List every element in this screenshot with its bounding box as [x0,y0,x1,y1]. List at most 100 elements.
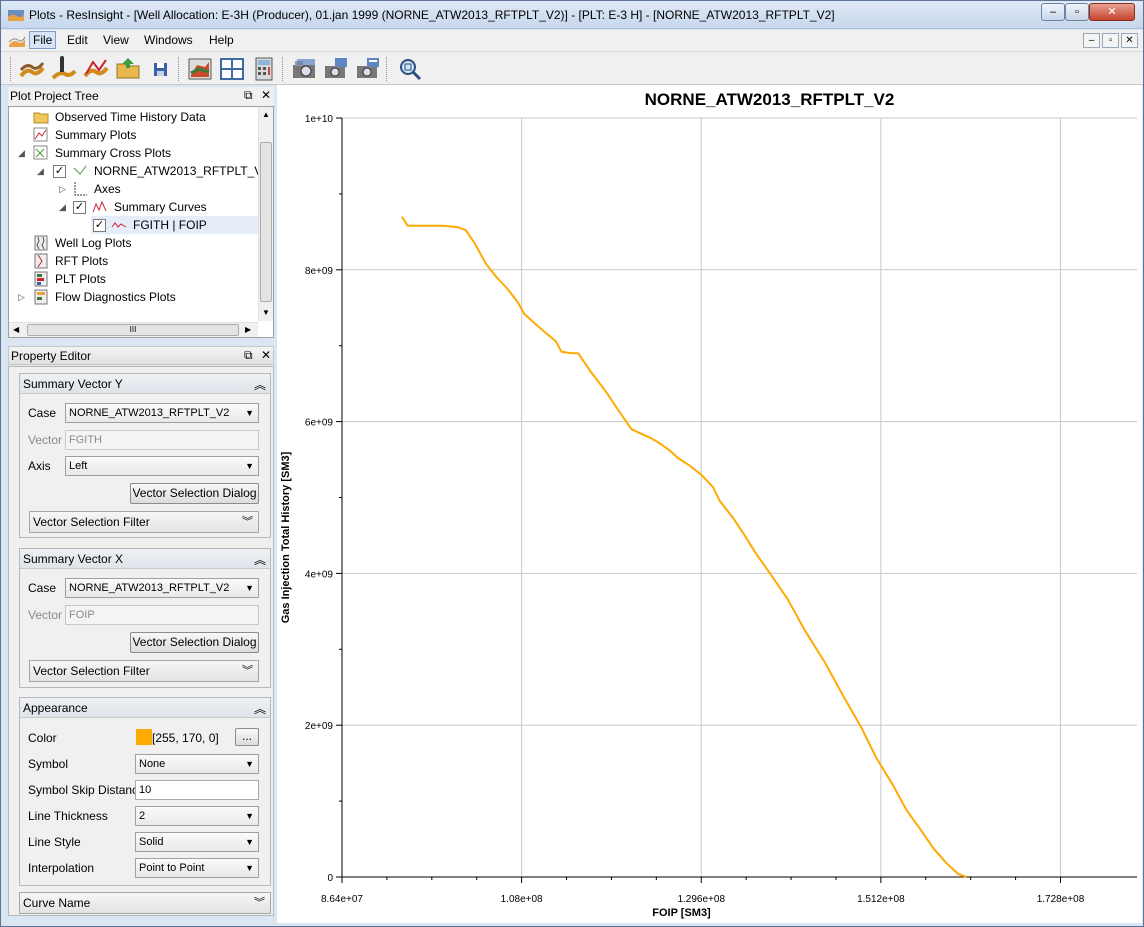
close-button[interactable]: ✕ [1089,3,1135,21]
symbol-combobox[interactable]: None ▼ [135,754,259,774]
mdi-close-button[interactable]: ✕ [1121,33,1138,48]
y-axis-label: Gas Injection Total History [SM3] [280,451,292,623]
axes-icon [74,182,87,196]
mdi-minimize-button[interactable]: – [1083,33,1100,48]
close-dock-icon[interactable]: ✕ [261,88,271,102]
vector-selection-dialog-button[interactable]: Vector Selection Dialog [130,632,259,653]
expand-arrow-icon[interactable]: ▷ [59,180,66,198]
line-style-label: Line Style [28,835,81,849]
y-tick-label: 4e+09 [305,569,334,580]
tree-horizontal-scrollbar[interactable]: ◀ III ▶ [9,322,258,337]
collapse-group-icon[interactable]: ︽ [254,700,266,717]
save-project-icon[interactable] [147,56,173,82]
scroll-up-icon[interactable]: ▲ [262,110,270,119]
case-label: Case [28,581,57,595]
tree-item-rft-plots[interactable]: RFT Plots [9,252,259,270]
case-combobox[interactable]: NORNE_ATW2013_RFTPLT_V2 ▼ [65,578,259,598]
appearance-header[interactable]: Appearance ︽ [20,698,270,718]
chevron-down-icon: ▼ [245,408,254,418]
line-thickness-combobox[interactable]: 2 ▼ [135,806,259,826]
vector-label: Vector [28,608,63,622]
tree-item-summary-plots[interactable]: Summary Plots [9,126,259,144]
style-value: Solid [139,836,164,848]
tree-item-curve-fgith-foip[interactable]: ✓ FGITH | FOIP [91,216,259,234]
menu-edit[interactable]: Edit [67,33,88,47]
tree-vscroll-thumb[interactable] [260,142,272,302]
zoom-all-icon[interactable] [397,56,423,82]
plot-project-tree: Observed Time History Data Summary Plots… [8,106,274,338]
curve-name-group[interactable]: Curve Name ︾ [19,892,271,914]
menu-windows[interactable]: Windows [144,33,193,47]
menu-view-label: View [103,33,129,47]
open-project-icon[interactable] [115,56,141,82]
expand-arrow-icon[interactable]: ▷ [18,288,25,306]
line-thickness-label: Line Thickness [28,809,108,823]
summary-vector-x-header[interactable]: Summary Vector X ︽ [20,549,270,569]
color-swatch[interactable] [136,729,152,745]
float-dock-icon[interactable]: ⧉ [244,348,253,363]
tree-hscroll-thumb[interactable]: III [27,324,239,336]
y-tick-label: 1e+10 [305,114,334,125]
tree-item-plt-plots[interactable]: PLT Plots [9,270,259,288]
summary-vector-y-header[interactable]: Summary Vector Y ︽ [20,374,270,394]
interpolation-combobox[interactable]: Point to Point ▼ [135,858,259,878]
property-editor: Summary Vector Y ︽ Case NORNE_ATW2013_RFT… [8,366,274,916]
calculator-icon[interactable] [251,56,277,82]
snapshot-icon[interactable] [291,56,317,82]
x-tick-label: 1.728e+08 [1037,894,1085,905]
summary-plot-icon[interactable] [83,56,109,82]
tree-item-observed-data[interactable]: Observed Time History Data [9,108,259,126]
menu-view[interactable]: View [103,33,129,47]
restore-button[interactable]: ▫ [1065,3,1089,21]
expand-group-icon: ︾ [242,665,253,677]
tree-vertical-scrollbar[interactable]: ▲ ▼ [258,107,273,321]
snapshot-all-icon[interactable] [323,56,349,82]
mdi-minimize-icon: – [1088,35,1095,46]
cross-plot-view[interactable]: 8.64e+07 1.08e+08 1.296e+08 1.512e+08 1.728e… [277,85,1142,923]
case-label: Case [28,406,57,420]
minimize-button[interactable]: – [1041,3,1065,21]
collapse-group-icon[interactable]: ︽ [254,376,266,393]
tree-item-flow-diagnostics-plots[interactable]: ▷ Flow Diagnostics Plots [9,288,259,306]
axis-combobox[interactable]: Left ▼ [65,456,259,476]
3d-view-icon[interactable] [187,56,213,82]
tree-item-well-log-plots[interactable]: Well Log Plots [9,234,259,252]
tile-windows-icon[interactable] [219,56,245,82]
mdi-restore-button[interactable]: ▫ [1102,33,1119,48]
float-dock-icon[interactable]: ⧉ [244,88,253,103]
symbol-label: Symbol [28,757,69,771]
vector-selection-filter-bar[interactable]: Vector Selection Filter ︾ [29,511,259,533]
line-style-combobox[interactable]: Solid ▼ [135,832,259,852]
tree-item-summary-cross-plots[interactable]: ◢ Summary Cross Plots [9,144,259,162]
scroll-left-icon[interactable]: ◀ [13,325,19,334]
vector-label: Vector [28,433,63,447]
vector-selection-dialog-button[interactable]: Vector Selection Dialog [130,483,259,504]
import-summary-case-icon[interactable] [19,56,45,82]
collapse-group-icon[interactable]: ︽ [254,551,266,568]
tree-item-summary-curves[interactable]: ◢ ✓ Summary Curves [9,198,259,216]
main-window: Plots - ResInsight - [Well Allocation: E… [0,0,1144,927]
collapse-arrow-icon[interactable]: ◢ [59,198,66,216]
menu-help[interactable]: Help [209,33,234,47]
scroll-down-icon[interactable]: ▼ [262,308,270,317]
vector-value: FOIP [69,609,95,621]
tree-item-axes[interactable]: ▷ Axes [9,180,259,198]
color-picker-button[interactable]: ... [235,728,259,746]
summary-plots-icon [33,127,48,142]
snapshot-to-file-icon[interactable] [355,56,381,82]
tree-item-label: Flow Diagnostics Plots [55,290,176,304]
curve-checkbox[interactable]: ✓ [93,219,106,232]
vector-selection-filter-bar[interactable]: Vector Selection Filter ︾ [29,660,259,682]
well-info-icon[interactable] [51,56,77,82]
collapse-arrow-icon[interactable]: ◢ [18,144,25,162]
summary-curves-checkbox[interactable]: ✓ [73,201,86,214]
menu-file[interactable]: File [29,31,57,49]
case-combobox[interactable]: NORNE_ATW2013_RFTPLT_V2 ▼ [65,403,259,423]
symbol-skip-distance-field[interactable]: 10 [135,780,259,800]
close-dock-icon[interactable]: ✕ [261,348,271,362]
tree-item-cross-plot[interactable]: ◢ ✓ NORNE_ATW2013_RFTPLT_V2 [9,162,269,180]
scroll-right-icon[interactable]: ▶ [245,325,251,334]
menu-edit-label: Edit [67,33,88,47]
cross-plot-checkbox[interactable]: ✓ [53,165,66,178]
collapse-arrow-icon[interactable]: ◢ [37,162,44,180]
